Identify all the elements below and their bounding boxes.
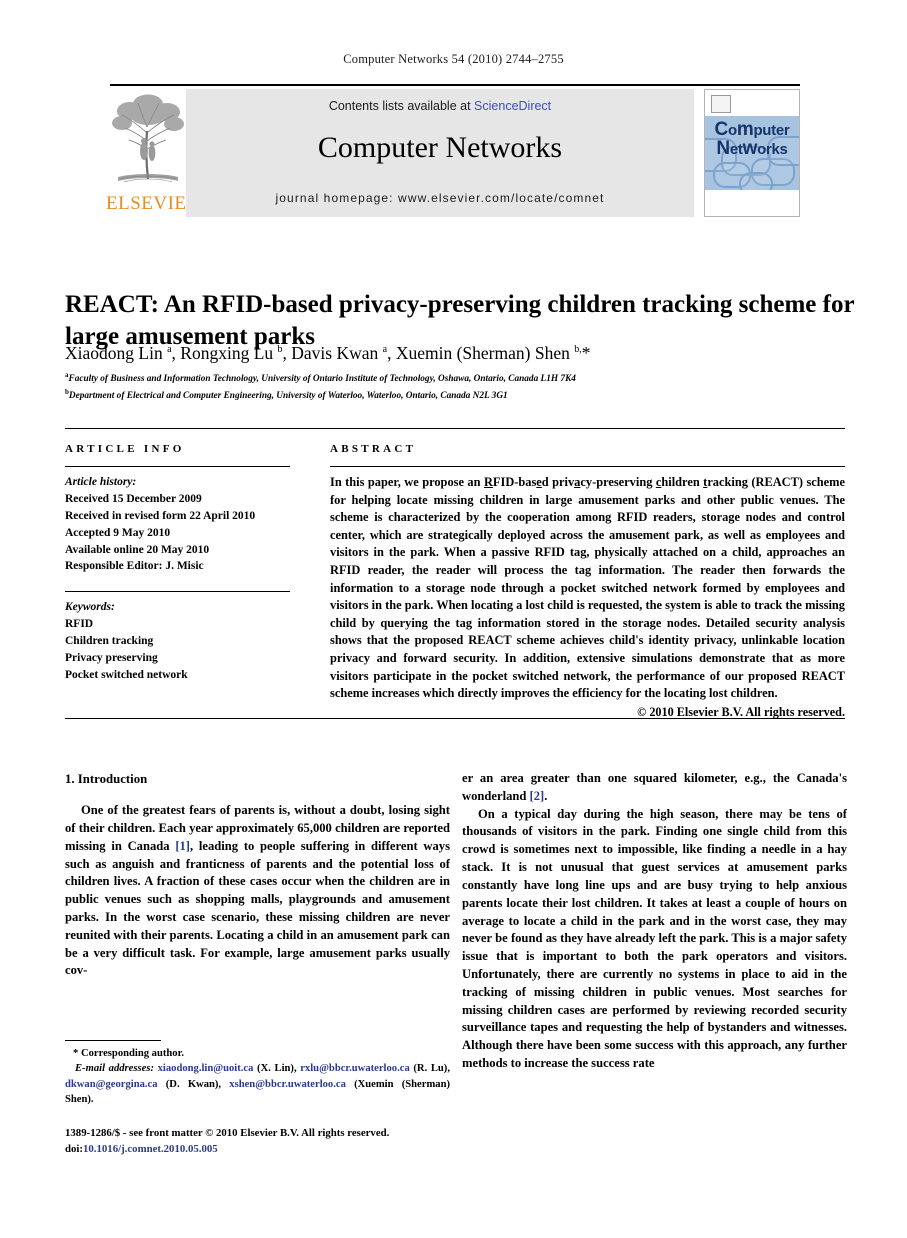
keyword-item: Privacy preserving (65, 652, 158, 665)
body-column-right: er an area greater than one squared kilo… (462, 770, 847, 1073)
doi-line: doi:10.1016/j.comnet.2010.05.005 (65, 1141, 465, 1157)
journal-band: Contents lists available at ScienceDirec… (186, 89, 694, 217)
keywords-rule (65, 591, 290, 593)
running-head: Computer Networks 54 (2010) 2744–2755 (343, 52, 564, 66)
keyword-item: Pocket switched network (65, 668, 188, 681)
intro-paragraph-2: On a typical day during the high season,… (462, 806, 847, 1070)
abstract-text: In this paper, we propose an RFID-based … (330, 475, 845, 701)
history-item: Available online 20 May 2010 (65, 543, 210, 556)
issn-copyright-block: 1389-1286/$ - see front matter © 2010 El… (65, 1125, 465, 1157)
affiliation-b-text: Department of Electrical and Computer En… (68, 391, 508, 402)
info-divider-top (65, 428, 845, 429)
elsevier-logo: ELSEVIER (106, 89, 199, 217)
abstract-column: In this paper, we propose an RFID-based … (330, 466, 845, 720)
history-item: Received 15 December 2009 (65, 492, 202, 505)
journal-masthead: ELSEVIER Contents lists available at Sci… (106, 84, 800, 217)
cover-title: Computer Networks (714, 119, 790, 159)
contents-prefix: Contents lists available at (328, 99, 471, 113)
footnote-block: * Corresponding author. E-mail addresses… (65, 1040, 450, 1107)
intro-paragraph-1-continued: er an area greater than one squared kilo… (462, 771, 847, 803)
cover-publisher-icon (711, 95, 731, 113)
journal-cover-thumbnail[interactable]: Computer Networks (704, 89, 800, 217)
footnote-divider (65, 1040, 161, 1041)
abstract-heading: ABSTRACT (330, 443, 417, 455)
journal-homepage[interactable]: journal homepage: www.elsevier.com/locat… (186, 191, 694, 205)
corresponding-author-note: * Corresponding author. (73, 1048, 184, 1059)
sciencedirect-link[interactable]: ScienceDirect (474, 99, 551, 113)
affiliation-a: aFaculty of Business and Information Tec… (65, 370, 855, 387)
info-rule (65, 466, 290, 467)
abstract-divider-bottom (65, 718, 845, 719)
doi-link[interactable]: 10.1016/j.comnet.2010.05.005 (83, 1143, 218, 1155)
article-history-label: Article history: (65, 476, 137, 488)
journal-title: Computer Networks (317, 131, 563, 164)
body-column-left: 1. Introduction One of the greatest fear… (65, 770, 450, 980)
affiliation-b: bDepartment of Electrical and Computer E… (65, 387, 855, 404)
section-heading-introduction: 1. Introduction (65, 772, 148, 786)
article-page: Computer Networks 54 (2010) 2744–2755 EL… (0, 0, 907, 1238)
keywords-block: Keywords: RFID Children tracking Privacy… (65, 591, 290, 683)
contents-available-line: Contents lists available at ScienceDirec… (186, 99, 694, 113)
keywords-label: Keywords: (65, 601, 115, 614)
history-item: Received in revised form 22 April 2010 (65, 509, 256, 522)
article-history: Article history: Received 15 December 20… (65, 474, 290, 575)
issn-line: 1389-1286/$ - see front matter © 2010 El… (65, 1127, 390, 1139)
history-item: Accepted 9 May 2010 (65, 526, 171, 539)
affiliation-a-text: Faculty of Business and Information Tech… (68, 374, 576, 385)
keywords-list: Keywords: RFID Children tracking Privacy… (65, 599, 290, 683)
intro-paragraph-1: One of the greatest fears of parents is,… (65, 803, 450, 978)
doi-label: doi: (65, 1143, 83, 1156)
history-item: Responsible Editor: J. Misic (65, 560, 204, 573)
abstract-rule (330, 466, 845, 467)
keyword-item: RFID (65, 618, 94, 631)
author-list: Xiaodong Lin a, Rongxing Lu b, Davis Kwa… (65, 343, 591, 363)
affiliation-list: aFaculty of Business and Information Tec… (65, 370, 855, 404)
article-info-heading: ARTICLE INFO (65, 443, 185, 455)
email-addresses-note: E-mail addresses: xiaodong.lin@uoit.ca (… (65, 1063, 450, 1106)
elsevier-tree-icon (112, 94, 184, 183)
article-info-column: Article history: Received 15 December 20… (65, 466, 290, 684)
keyword-item: Children tracking (65, 635, 154, 648)
elsevier-wordmark: ELSEVIER (106, 193, 200, 214)
